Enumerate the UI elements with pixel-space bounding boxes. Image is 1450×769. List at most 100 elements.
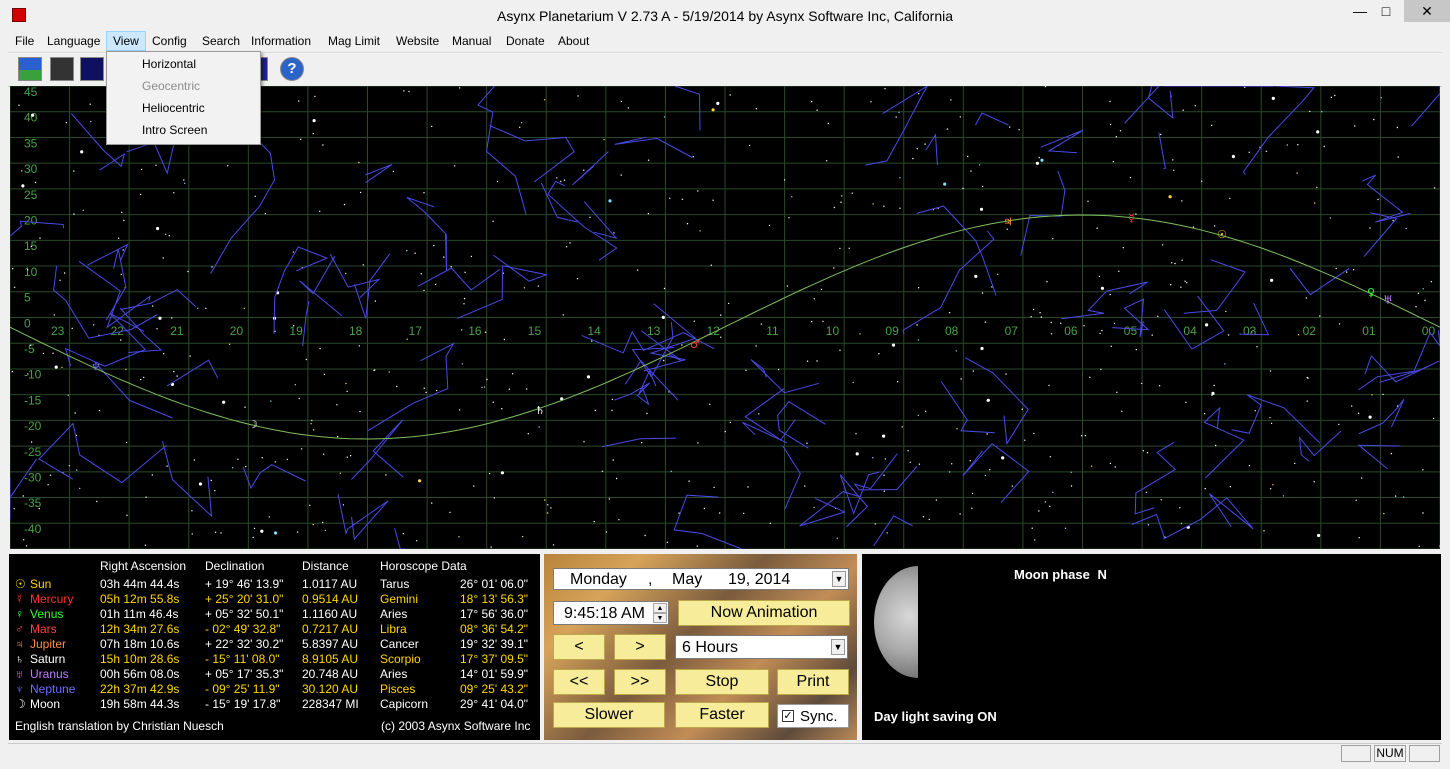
fast-back-button[interactable]: << [553, 669, 605, 695]
menu-about[interactable]: About [552, 31, 595, 51]
view-menu-intro-screen[interactable]: Intro Screen [142, 119, 207, 141]
star [1432, 417, 1435, 420]
star [924, 410, 927, 412]
slower-button[interactable]: Slower [553, 702, 665, 728]
star [647, 159, 650, 161]
star [1168, 195, 1172, 199]
now-animation-button[interactable]: Now Animation [678, 600, 850, 626]
spin-up-icon[interactable]: ▲ [653, 603, 667, 613]
minimize-button[interactable]: — [1347, 0, 1373, 22]
star [1101, 329, 1103, 332]
star [1180, 522, 1183, 525]
menu-search[interactable]: Search [196, 31, 246, 51]
step-back-button[interactable]: < [553, 634, 605, 660]
planet-name: Neptune [30, 682, 76, 696]
star [874, 523, 876, 525]
star [1035, 161, 1039, 165]
moon-phase-value: N [1097, 567, 1107, 582]
ra-tick-label: 07 [1005, 324, 1019, 338]
star [1338, 423, 1340, 426]
daylight-saving-status: Day light saving ON [874, 709, 997, 724]
menu-file[interactable]: File [9, 31, 40, 51]
star [1402, 496, 1405, 498]
star [286, 458, 289, 461]
star [924, 143, 926, 145]
constellation-line [166, 359, 219, 387]
ra-tick-label: 01 [1362, 324, 1376, 338]
star [1211, 394, 1213, 396]
star [245, 465, 247, 468]
star [73, 213, 75, 215]
help-icon[interactable]: ? [280, 57, 304, 81]
star [1323, 145, 1325, 148]
star [1352, 269, 1355, 271]
constellation-line [417, 267, 501, 291]
header-declination: Declination [205, 559, 265, 573]
faster-button[interactable]: Faster [675, 702, 769, 728]
star [322, 144, 324, 146]
view-menu-horizontal[interactable]: Horizontal [142, 53, 196, 75]
sky-map[interactable]: 454035302520151050-5-10-15-20-25-30-35-4… [10, 86, 1440, 549]
star [343, 203, 346, 206]
ra-tick-label: 09 [885, 324, 899, 338]
star [909, 461, 911, 463]
menu-manual[interactable]: Manual [446, 31, 497, 51]
constellation-line [1040, 129, 1084, 154]
header-distance: Distance [302, 559, 349, 573]
star [93, 324, 95, 326]
horizon-view-icon[interactable] [18, 57, 42, 81]
star [1114, 466, 1116, 468]
star [346, 390, 348, 393]
star [273, 531, 278, 535]
star [576, 278, 579, 280]
star [969, 460, 971, 462]
star [484, 331, 487, 333]
menu-mag-limit[interactable]: Mag Limit [322, 31, 386, 51]
chevron-down-icon[interactable]: ▼ [831, 639, 845, 655]
star [191, 510, 193, 512]
stop-button[interactable]: Stop [675, 669, 769, 695]
close-button[interactable]: ✕ [1404, 0, 1450, 22]
star [319, 210, 321, 212]
star [538, 426, 540, 428]
checkbox-check-icon[interactable]: ✓ [782, 710, 794, 722]
star [496, 180, 499, 183]
star [459, 87, 461, 89]
menu-website[interactable]: Website [390, 31, 445, 51]
constellation-line [583, 201, 618, 240]
star [955, 350, 958, 352]
time-control-panel: Monday , May 19, 2014 ▼ 9:45:18 AM ▲ ▼ N… [544, 554, 857, 740]
step-forward-button[interactable]: > [614, 634, 666, 660]
star [73, 170, 75, 172]
planets-icon[interactable] [80, 57, 104, 81]
constellation-icon[interactable] [50, 57, 74, 81]
planet-marker-icon: ☿ [1128, 211, 1135, 224]
menu-language[interactable]: Language [41, 31, 106, 51]
maximize-button[interactable]: □ [1373, 0, 1399, 22]
menu-donate[interactable]: Donate [500, 31, 551, 51]
view-menu-heliocentric[interactable]: Heliocentric [142, 97, 205, 119]
fast-forward-button[interactable]: >> [614, 669, 666, 695]
chevron-down-icon[interactable]: ▼ [832, 571, 846, 587]
menu-information[interactable]: Information [245, 31, 317, 51]
star [661, 315, 665, 319]
menu-view[interactable]: View [106, 31, 146, 51]
print-button[interactable]: Print [777, 669, 849, 695]
ra-tick-label: 12 [707, 324, 721, 338]
sync-checkbox[interactable]: ✓ Sync. [777, 704, 849, 728]
star [396, 385, 398, 388]
star [173, 370, 175, 373]
star [986, 398, 990, 402]
star [636, 269, 639, 271]
star [268, 516, 270, 518]
dec-tick-label: 5 [24, 291, 31, 305]
planet-deg: 17° 37' 09.5" [460, 652, 529, 666]
planet-ra: 19h 58m 44.3s [100, 697, 180, 711]
step-size-select[interactable]: 6 Hours ▼ [675, 635, 848, 659]
star [918, 463, 921, 465]
menu-config[interactable]: Config [146, 31, 193, 51]
date-picker[interactable]: Monday , May 19, 2014 ▼ [553, 568, 849, 590]
spin-down-icon[interactable]: ▼ [653, 613, 667, 623]
time-field[interactable]: 9:45:18 AM ▲ ▼ [553, 601, 669, 625]
star [886, 532, 888, 534]
